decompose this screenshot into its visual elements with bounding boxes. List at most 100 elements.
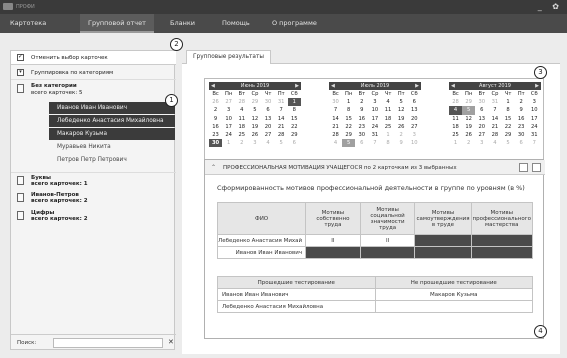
calendar-day[interactable]: 5 — [462, 106, 476, 115]
menu-item-help[interactable]: Помощь — [222, 19, 250, 27]
calendar-day[interactable]: 24 — [222, 131, 235, 139]
calendar-day[interactable]: 21 — [275, 123, 288, 131]
calendar-day[interactable]: 17 — [528, 115, 541, 123]
calendar-day[interactable]: 7 — [528, 139, 541, 147]
window-controls[interactable]: _ ✿ — [538, 2, 563, 11]
calendar-day[interactable]: 19 — [395, 115, 408, 123]
calendar-day[interactable]: 22 — [342, 123, 355, 131]
calendar-day[interactable]: 31 — [528, 131, 541, 139]
calendar-day[interactable]: 9 — [355, 106, 368, 114]
calendar-day[interactable]: 16 — [515, 115, 528, 123]
calendar-day[interactable]: 3 — [248, 139, 261, 147]
calendar-day[interactable]: 1 — [382, 131, 395, 139]
calendar-day[interactable]: 28 — [488, 131, 501, 139]
calendar-day[interactable]: 31 — [368, 131, 381, 139]
person-item[interactable]: Муравьев Никита — [41, 141, 176, 153]
calendar-day[interactable]: 23 — [355, 123, 368, 131]
calendar-day[interactable]: 30 — [209, 139, 223, 148]
calendar-day[interactable]: 22 — [288, 123, 301, 131]
calendar-day[interactable]: 16 — [209, 123, 222, 131]
person-item[interactable]: Иванов Иван Иванович — [49, 102, 175, 114]
calendar-day[interactable]: 30 — [355, 131, 368, 139]
calendar-day[interactable]: 31 — [275, 98, 288, 106]
calendar-day[interactable]: 30 — [475, 98, 488, 106]
calendar-day[interactable]: 6 — [475, 106, 488, 114]
calendar-day[interactable]: 6 — [355, 139, 368, 147]
calendar-day[interactable]: 3 — [222, 106, 235, 114]
calendar-day[interactable]: 28 — [449, 98, 462, 106]
calendar-day[interactable]: 2 — [462, 139, 475, 147]
calendar-day[interactable]: 26 — [462, 131, 475, 139]
calendar-day[interactable]: 13 — [475, 115, 488, 123]
calendar-day[interactable]: 19 — [248, 123, 261, 131]
calendar-day[interactable]: 9 — [395, 139, 408, 147]
calendar-day[interactable]: 9 — [515, 106, 528, 114]
calendar-day[interactable]: 15 — [502, 115, 515, 123]
calendar-day[interactable]: 30 — [515, 131, 528, 139]
print-icon[interactable] — [519, 163, 528, 172]
calendar-day[interactable]: 14 — [488, 115, 501, 123]
calendar-day[interactable]: 26 — [248, 131, 261, 139]
calendar-day[interactable]: 1 — [342, 98, 355, 106]
prev-month-icon[interactable]: ◀ — [331, 82, 335, 90]
calendar-day[interactable]: 14 — [275, 115, 288, 123]
calendar-day[interactable]: 18 — [235, 123, 248, 131]
category-group[interactable]: Буквы всего карточек: 1 — [11, 172, 176, 188]
calendar-day[interactable]: 10 — [408, 139, 421, 147]
calendar-day[interactable]: 15 — [342, 115, 355, 123]
calendar-day[interactable]: 24 — [528, 123, 541, 131]
calendar-day[interactable]: 6 — [288, 139, 301, 147]
calendar-day[interactable]: 23 — [209, 131, 222, 139]
calendar-day[interactable]: 3 — [528, 98, 541, 106]
calendar-day[interactable]: 2 — [209, 106, 222, 114]
calendar-day[interactable]: 17 — [368, 115, 381, 123]
calendar-day[interactable]: 20 — [408, 115, 421, 123]
person-item[interactable]: Макаров Кузьма — [49, 128, 175, 140]
calendar-day[interactable]: 7 — [488, 106, 501, 114]
calendar-day[interactable]: 17 — [222, 123, 235, 131]
calendar-day[interactable]: 29 — [248, 98, 261, 106]
calendar-day[interactable]: 7 — [368, 139, 381, 147]
collapse-arrow-icon[interactable]: ▾ — [17, 69, 24, 76]
calendar-day[interactable]: 2 — [355, 98, 368, 106]
calendar-day[interactable]: 8 — [342, 106, 355, 114]
next-month-icon[interactable]: ▶ — [415, 82, 419, 90]
calendar-day[interactable]: 11 — [235, 115, 248, 123]
calendar-day[interactable]: 1 — [222, 139, 235, 147]
export-icon[interactable] — [532, 163, 541, 172]
calendar-day[interactable]: 12 — [248, 115, 261, 123]
calendar-day[interactable]: 27 — [262, 131, 275, 139]
prev-month-icon[interactable]: ◀ — [451, 82, 455, 90]
calendar-day[interactable]: 29 — [288, 131, 301, 139]
calendar-day[interactable]: 4 — [329, 139, 342, 147]
calendar-day[interactable]: 6 — [262, 106, 275, 114]
calendar-day[interactable]: 5 — [248, 106, 261, 114]
calendar-day[interactable]: 12 — [395, 106, 408, 114]
calendar-day[interactable]: 29 — [502, 131, 515, 139]
calendar-day[interactable]: 10 — [528, 106, 541, 114]
calendar-day[interactable]: 18 — [449, 123, 462, 131]
calendar-day[interactable]: 27 — [222, 98, 235, 106]
calendar-day[interactable]: 20 — [475, 123, 488, 131]
calendar-day[interactable]: 6 — [408, 98, 421, 106]
calendar-day[interactable]: 28 — [329, 131, 342, 139]
collapse-icon[interactable]: ⌃ — [211, 164, 216, 171]
calendar-day[interactable]: 16 — [355, 115, 368, 123]
calendar-day[interactable]: 8 — [502, 106, 515, 114]
calendar-day[interactable]: 3 — [368, 98, 381, 106]
calendar-day[interactable]: 6 — [515, 139, 528, 147]
calendar-day[interactable]: 4 — [262, 139, 275, 147]
calendar-day[interactable]: 11 — [449, 115, 462, 123]
calendar-day[interactable]: 14 — [329, 115, 342, 123]
calendar-day[interactable]: 18 — [382, 115, 395, 123]
calendar-day[interactable]: 23 — [515, 123, 528, 131]
clear-search-icon[interactable]: ✕ — [168, 338, 174, 346]
calendar-day[interactable]: 11 — [382, 106, 395, 114]
calendar-day[interactable]: 5 — [275, 139, 288, 147]
calendar-day[interactable]: 30 — [262, 98, 275, 106]
calendar-day[interactable]: 4 — [382, 98, 395, 106]
calendar-day[interactable]: 25 — [382, 123, 395, 131]
search-input[interactable] — [53, 338, 163, 348]
calendar-day[interactable]: 2 — [235, 139, 248, 147]
calendar-day[interactable]: 10 — [368, 106, 381, 114]
